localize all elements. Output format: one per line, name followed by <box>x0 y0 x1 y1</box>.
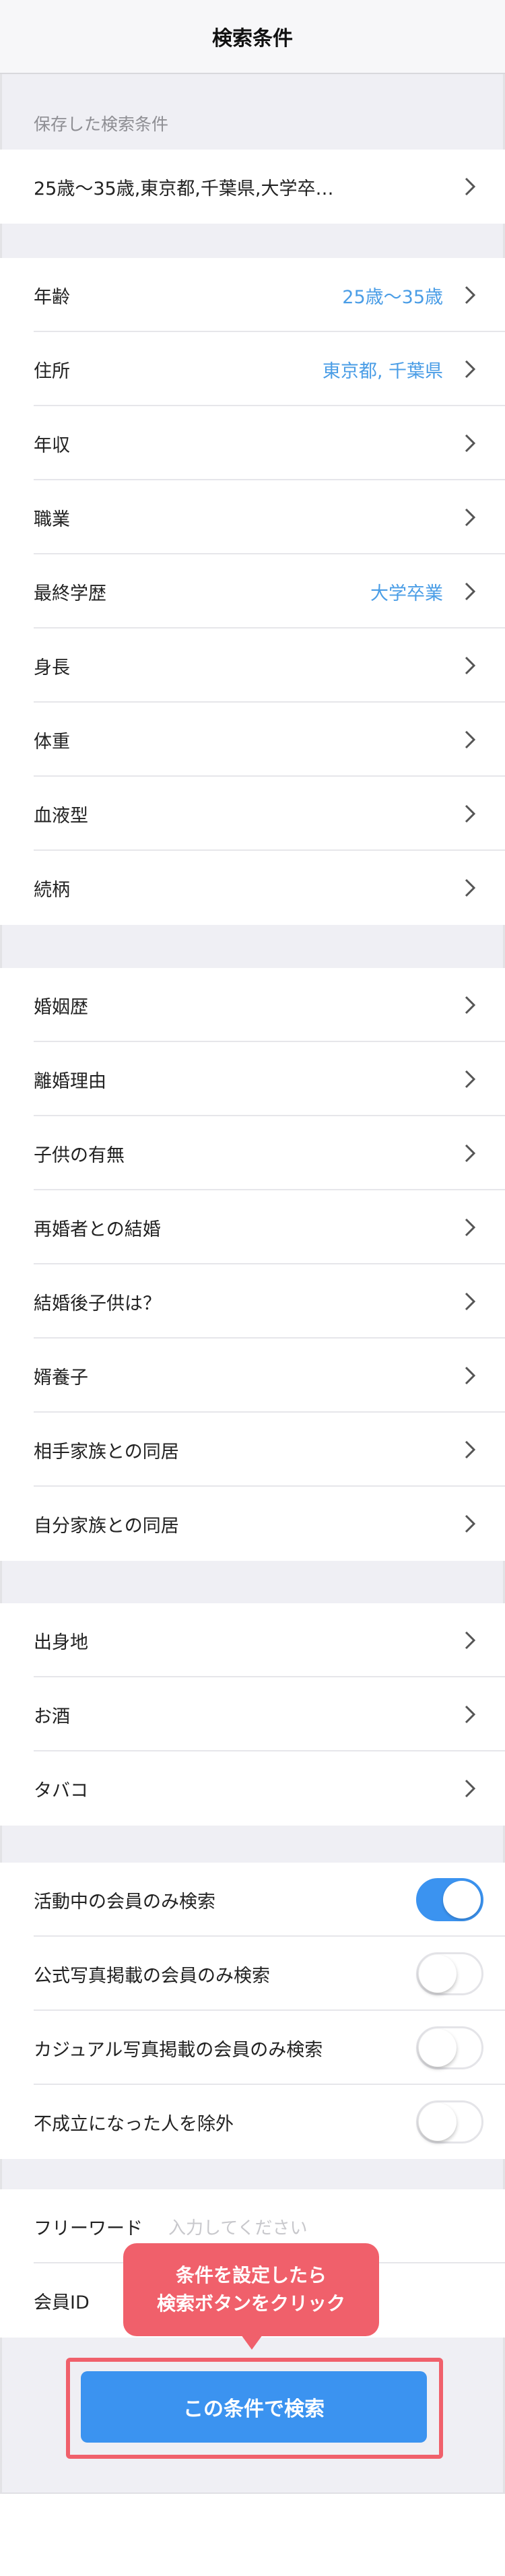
row-label: 婚姻歴 <box>34 996 88 1018</box>
row-live-with-partner-family[interactable]: 相手家族との同居 <box>0 1413 505 1487</box>
row-label: タバコ <box>34 1780 88 1801</box>
member-id-label: 会員ID <box>34 2292 90 2313</box>
chevron-right-icon <box>457 356 483 383</box>
saved-condition-summary: 25歳〜35歳,東京都,千葉県,大学卒… <box>34 178 334 199</box>
toggle-knob <box>419 2029 457 2067</box>
row-label: 住所 <box>34 360 70 382</box>
row-adopted-son-in-law[interactable]: 婿養子 <box>0 1339 505 1413</box>
row-address[interactable]: 住所 東京都, 千葉県 <box>0 332 505 406</box>
row-label: 体重 <box>34 731 70 752</box>
chevron-right-icon <box>457 1436 483 1463</box>
chevron-right-icon <box>457 1288 483 1315</box>
row-occupation[interactable]: 職業 <box>0 480 505 554</box>
page-title: 検索条件 <box>212 27 293 51</box>
row-label: 相手家族との同居 <box>34 1441 179 1462</box>
row-hometown[interactable]: 出身地 <box>0 1603 505 1677</box>
search-button[interactable]: この条件で検索 <box>81 2371 427 2443</box>
row-height[interactable]: 身長 <box>0 629 505 703</box>
row-label: 身長 <box>34 657 70 678</box>
tooltip-line-1: 条件を設定したら <box>175 2264 327 2286</box>
chevron-right-icon <box>457 800 483 827</box>
freeword-input[interactable]: 入力してください <box>168 2214 307 2239</box>
row-casual-photo-only: カジュアル写真掲載の会員のみ検索 <box>0 2011 505 2085</box>
chevron-right-icon <box>457 1510 483 1537</box>
chevron-right-icon <box>457 1214 483 1241</box>
row-tobacco[interactable]: タバコ <box>0 1751 505 1826</box>
chevron-right-icon <box>457 1362 483 1389</box>
row-label: 活動中の会員のみ検索 <box>34 1891 215 1912</box>
row-label: 血液型 <box>34 805 88 827</box>
row-active-only: 活動中の会員のみ検索 <box>0 1863 505 1937</box>
chevron-right-icon <box>457 173 483 200</box>
saved-condition-row[interactable]: 25歳〜35歳,東京都,千葉県,大学卒… <box>0 150 505 224</box>
chevron-right-icon <box>457 652 483 679</box>
row-marital-history[interactable]: 婚姻歴 <box>0 968 505 1042</box>
row-alcohol[interactable]: お酒 <box>0 1677 505 1751</box>
row-age[interactable]: 年齢 25歳〜35歳 <box>0 258 505 332</box>
row-label: 離婚理由 <box>34 1070 106 1092</box>
toggle-knob <box>419 2103 457 2141</box>
bottom-bar <box>0 2492 505 2576</box>
casual-photo-toggle[interactable] <box>416 2026 483 2069</box>
row-remarriage[interactable]: 再婚者との結婚 <box>0 1190 505 1264</box>
row-label: カジュアル写真掲載の会員のみ検索 <box>34 2039 323 2061</box>
chevron-right-icon <box>457 430 483 457</box>
row-label: 自分家族との同居 <box>34 1515 179 1537</box>
row-divorce-reason[interactable]: 離婚理由 <box>0 1042 505 1116</box>
tooltip-tail <box>241 2335 263 2350</box>
row-label: 年収 <box>34 434 70 456</box>
row-label: 出身地 <box>34 1632 88 1653</box>
chevron-right-icon <box>457 282 483 309</box>
row-label: 結婚後子供は？ <box>34 1293 161 1314</box>
chevron-right-icon <box>457 578 483 605</box>
chevron-right-icon <box>457 1627 483 1654</box>
row-education[interactable]: 最終学歴 大学卒業 <box>0 554 505 629</box>
chevron-right-icon <box>457 1140 483 1167</box>
row-label: 最終学歴 <box>34 583 106 604</box>
row-live-with-own-family[interactable]: 自分家族との同居 <box>0 1487 505 1561</box>
chevron-right-icon <box>457 992 483 1019</box>
row-children-after-marriage[interactable]: 結婚後子供は？ <box>0 1264 505 1339</box>
official-photo-toggle[interactable] <box>416 1952 483 1995</box>
chevron-right-icon <box>457 1775 483 1802</box>
row-value: 大学卒業 <box>370 583 443 604</box>
toggle-knob <box>419 1955 457 1993</box>
row-exclude-unsuccessful: 不成立になった人を除外 <box>0 2085 505 2159</box>
freeword-label: フリーワード <box>34 2218 143 2239</box>
exclude-unsuccessful-toggle[interactable] <box>416 2100 483 2144</box>
tooltip-line-2: 検索ボタンをクリック <box>156 2292 345 2315</box>
row-relationship[interactable]: 続柄 <box>0 851 505 925</box>
row-value: 東京都, 千葉県 <box>322 360 443 382</box>
row-label: 公式写真掲載の会員のみ検索 <box>34 1965 270 1987</box>
row-label: 再婚者との結婚 <box>34 1219 161 1240</box>
row-children[interactable]: 子供の有無 <box>0 1116 505 1190</box>
row-weight[interactable]: 体重 <box>0 703 505 777</box>
chevron-right-icon <box>457 504 483 531</box>
row-income[interactable]: 年収 <box>0 406 505 480</box>
chevron-right-icon <box>457 1066 483 1093</box>
hint-tooltip: 条件を設定したら 検索ボタンをクリック <box>123 2243 379 2336</box>
row-label: お酒 <box>34 1706 70 1727</box>
chevron-right-icon <box>457 726 483 753</box>
row-label: 子供の有無 <box>34 1145 125 1166</box>
row-official-photo-only: 公式写真掲載の会員のみ検索 <box>0 1937 505 2011</box>
row-value: 25歳〜35歳 <box>342 286 443 308</box>
saved-conditions-label: 保存した検索条件 <box>34 115 169 134</box>
row-blood-type[interactable]: 血液型 <box>0 777 505 851</box>
row-label: 年齢 <box>34 286 70 308</box>
chevron-right-icon <box>457 874 483 901</box>
chevron-right-icon <box>457 1701 483 1728</box>
active-only-toggle[interactable] <box>416 1878 483 1921</box>
row-label: 職業 <box>34 509 70 530</box>
nav-header: 検索条件 <box>0 0 505 74</box>
row-label: 婿養子 <box>34 1367 88 1388</box>
toggle-knob <box>443 1881 481 1919</box>
row-label: 不成立になった人を除外 <box>34 2113 234 2135</box>
row-label: 続柄 <box>34 879 70 901</box>
